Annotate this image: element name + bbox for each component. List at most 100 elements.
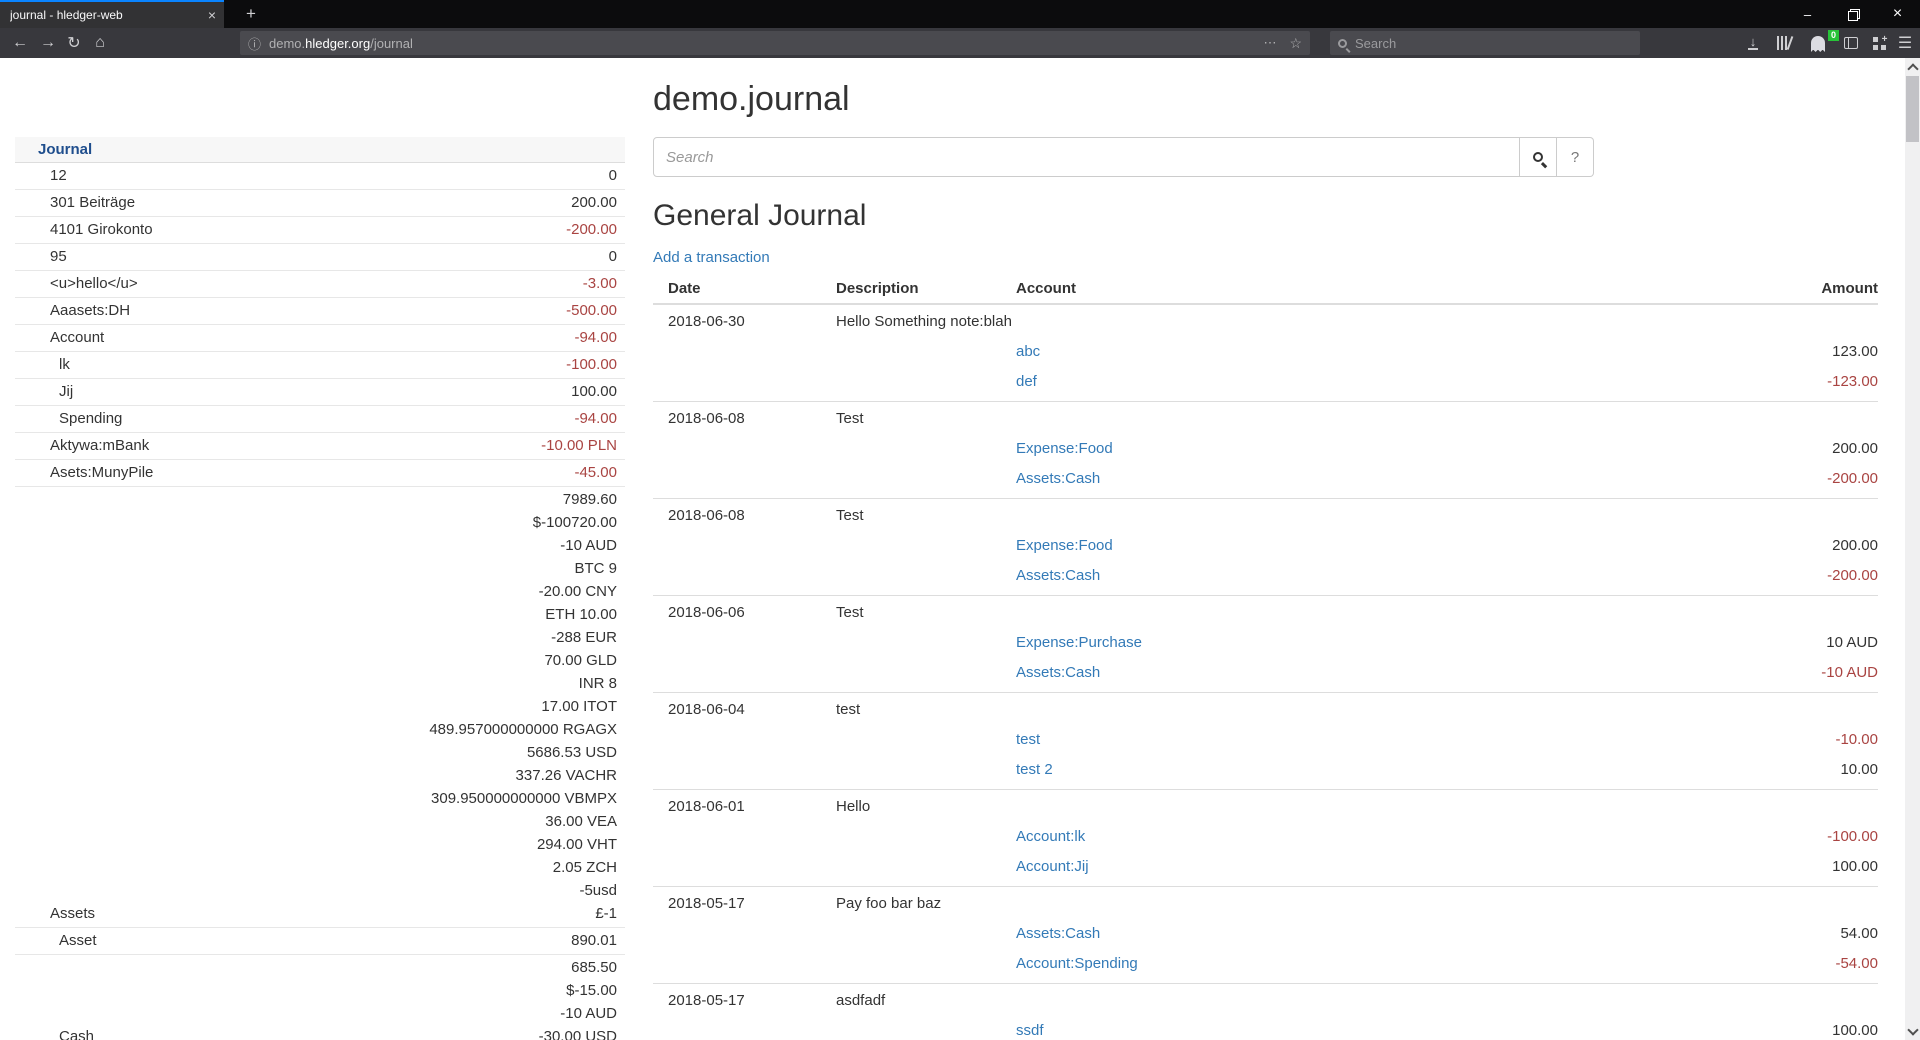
posting-amount: 200.00 bbox=[1668, 531, 1878, 561]
posting-account-link[interactable]: test bbox=[1016, 731, 1040, 748]
home-button[interactable]: ⌂ bbox=[86, 28, 114, 58]
transaction: 2018-05-17Pay foo bar bazAssets:Cash54.0… bbox=[653, 887, 1878, 984]
sidebar-account-balance: -500.00 bbox=[566, 299, 625, 322]
sidebar-account-row: Assets7989.60$-100720.00-10 AUDBTC 9-20.… bbox=[15, 487, 625, 928]
posting-amount: -10.00 bbox=[1668, 725, 1878, 755]
posting-amount: 100.00 bbox=[1668, 1016, 1878, 1040]
sidebar-account-link[interactable]: Jij bbox=[15, 380, 73, 403]
page-scrollbar[interactable] bbox=[1905, 58, 1920, 1040]
sidebar-account-row: Asets:MunyPile -45.00 bbox=[15, 460, 625, 487]
sidebar-account-link[interactable]: 12 bbox=[15, 164, 67, 187]
sidebar-account-link[interactable]: Aaasets:DH bbox=[15, 299, 130, 322]
posting-account-link[interactable]: Expense:Purchase bbox=[1016, 634, 1142, 651]
browser-tab[interactable]: journal - hledger-web × bbox=[0, 0, 224, 28]
sidebar-account-link[interactable]: 95 bbox=[15, 245, 67, 268]
balance-amount: INR 8 bbox=[429, 672, 617, 695]
sidebar-account-balance: 685.50$-15.00-10 AUD-30.00 USD bbox=[539, 956, 625, 1040]
journal-link[interactable]: Journal bbox=[38, 141, 92, 158]
tab-close-icon[interactable]: × bbox=[208, 7, 216, 23]
posting-account-link[interactable]: Assets:Cash bbox=[1016, 925, 1100, 942]
posting-amount: 54.00 bbox=[1668, 919, 1878, 949]
posting-account-link[interactable]: Assets:Cash bbox=[1016, 567, 1100, 584]
window-close-button[interactable]: × bbox=[1875, 0, 1920, 28]
toolbar-search-input[interactable] bbox=[1355, 36, 1595, 51]
window-restore-button[interactable] bbox=[1830, 0, 1875, 28]
posting-account-link[interactable]: Assets:Cash bbox=[1016, 664, 1100, 681]
balance-amount: 5686.53 USD bbox=[429, 741, 617, 764]
posting-amount: -10 AUD bbox=[1668, 658, 1878, 688]
journal-heading: General Journal bbox=[653, 199, 1878, 233]
sidebar-account-row: 12 0 bbox=[15, 163, 625, 190]
sidebar-account-link[interactable]: Cash bbox=[15, 1025, 94, 1040]
sidebar-account-balance: -45.00 bbox=[574, 461, 625, 484]
sidebar-account-link[interactable]: Aktywa:mBank bbox=[15, 434, 149, 457]
balance-amount: ETH 10.00 bbox=[429, 603, 617, 626]
sidebar-account-link[interactable]: 4101 Girokonto bbox=[15, 218, 153, 241]
transaction-description: Hello Something note:blah bbox=[836, 307, 1016, 337]
search-icon bbox=[1533, 152, 1543, 162]
sidebar-account-balance: 100.00 bbox=[571, 380, 625, 403]
transaction: 2018-06-08TestExpense:Food200.00Assets:C… bbox=[653, 402, 1878, 499]
sidebar-account-link[interactable]: Asets:MunyPile bbox=[15, 461, 153, 484]
search-submit-button[interactable] bbox=[1520, 137, 1557, 177]
library-button[interactable] bbox=[1770, 28, 1800, 58]
posting-amount: -123.00 bbox=[1668, 367, 1878, 397]
posting-account-link[interactable]: Expense:Food bbox=[1016, 440, 1113, 457]
site-info-icon[interactable]: ⓘ bbox=[248, 34, 261, 53]
toolbar-search[interactable] bbox=[1330, 31, 1640, 55]
sidebar-account-link[interactable]: <u>hello</u> bbox=[15, 272, 138, 295]
transaction-date: 2018-06-06 bbox=[653, 598, 836, 628]
new-tab-button[interactable]: + bbox=[238, 2, 264, 26]
scrollbar-thumb[interactable] bbox=[1906, 76, 1919, 142]
balance-amount: 489.957000000000 RGAGX bbox=[429, 718, 617, 741]
balance-amount: -100.00 bbox=[566, 353, 617, 376]
balance-amount: -45.00 bbox=[574, 461, 617, 484]
sidebar-account-link[interactable]: Asset bbox=[15, 929, 97, 952]
posting-account-link[interactable]: abc bbox=[1016, 343, 1040, 360]
posting-account-link[interactable]: ssdf bbox=[1016, 1022, 1044, 1039]
journal-search-input[interactable] bbox=[653, 137, 1520, 177]
browser-tab-bar: journal - hledger-web × + – × bbox=[0, 0, 1920, 28]
posting-account-link[interactable]: Account:Jij bbox=[1016, 858, 1089, 875]
transaction-description: test bbox=[836, 695, 1016, 725]
back-button[interactable]: ← bbox=[6, 28, 34, 58]
bookmark-star-icon[interactable]: ☆ bbox=[1289, 35, 1302, 52]
add-transaction-link[interactable]: Add a transaction bbox=[653, 249, 770, 266]
downloads-button[interactable]: ↓ bbox=[1738, 28, 1768, 58]
search-help-button[interactable]: ? bbox=[1557, 137, 1594, 177]
posting-account-link[interactable]: Account:Spending bbox=[1016, 955, 1138, 972]
sidebar-account-link[interactable]: lk bbox=[15, 353, 70, 376]
posting-account-link[interactable]: Expense:Food bbox=[1016, 537, 1113, 554]
posting-account-link[interactable]: Assets:Cash bbox=[1016, 470, 1100, 487]
window-minimize-button[interactable]: – bbox=[1785, 0, 1830, 28]
accounts-sidebar: Journal 120301 Beiträge200.004101 Giroko… bbox=[15, 137, 625, 1040]
balance-amount: 0 bbox=[609, 164, 617, 187]
sidebar-account-row: Asset 890.01 bbox=[15, 928, 625, 955]
balance-amount: 890.01 bbox=[571, 929, 617, 952]
download-icon: ↓ bbox=[1748, 36, 1758, 50]
sidebar-account-row: lk -100.00 bbox=[15, 352, 625, 379]
sidebar-account-row: Aaasets:DH -500.00 bbox=[15, 298, 625, 325]
reload-button[interactable]: ↻ bbox=[60, 28, 88, 58]
menu-button[interactable]: ☰ bbox=[1890, 28, 1920, 58]
url-bar[interactable]: ⓘ demo.hledger.org/journal ⋯ ☆ bbox=[240, 31, 1310, 55]
sidebar-toggle-button[interactable] bbox=[1836, 28, 1866, 58]
scroll-down-icon[interactable] bbox=[1909, 1026, 1916, 1033]
scroll-up-icon[interactable] bbox=[1909, 63, 1916, 70]
sidebar-account-link[interactable]: Assets bbox=[15, 902, 95, 925]
grid-plus-icon: + bbox=[1873, 37, 1886, 50]
page-actions-icon[interactable]: ⋯ bbox=[1263, 35, 1277, 51]
forward-button[interactable]: → bbox=[34, 28, 62, 58]
posting-account-link[interactable]: Account:lk bbox=[1016, 828, 1085, 845]
extension-button[interactable]: 0 bbox=[1803, 28, 1833, 58]
sidebar-account-link[interactable]: Account bbox=[15, 326, 104, 349]
balance-amount: -200.00 bbox=[566, 218, 617, 241]
sidebar-account-link[interactable]: 301 Beiträge bbox=[15, 191, 135, 214]
sidebar-account-row: 950 bbox=[15, 244, 625, 271]
sidebar-account-balance: 0 bbox=[609, 164, 625, 187]
balance-amount: -3.00 bbox=[583, 272, 617, 295]
sidebar-account-link[interactable]: Spending bbox=[15, 407, 122, 430]
main-content: demo.journal ? General Journal Add a tra… bbox=[653, 58, 1878, 1040]
posting-account-link[interactable]: def bbox=[1016, 373, 1037, 390]
posting-account-link[interactable]: test 2 bbox=[1016, 761, 1053, 778]
